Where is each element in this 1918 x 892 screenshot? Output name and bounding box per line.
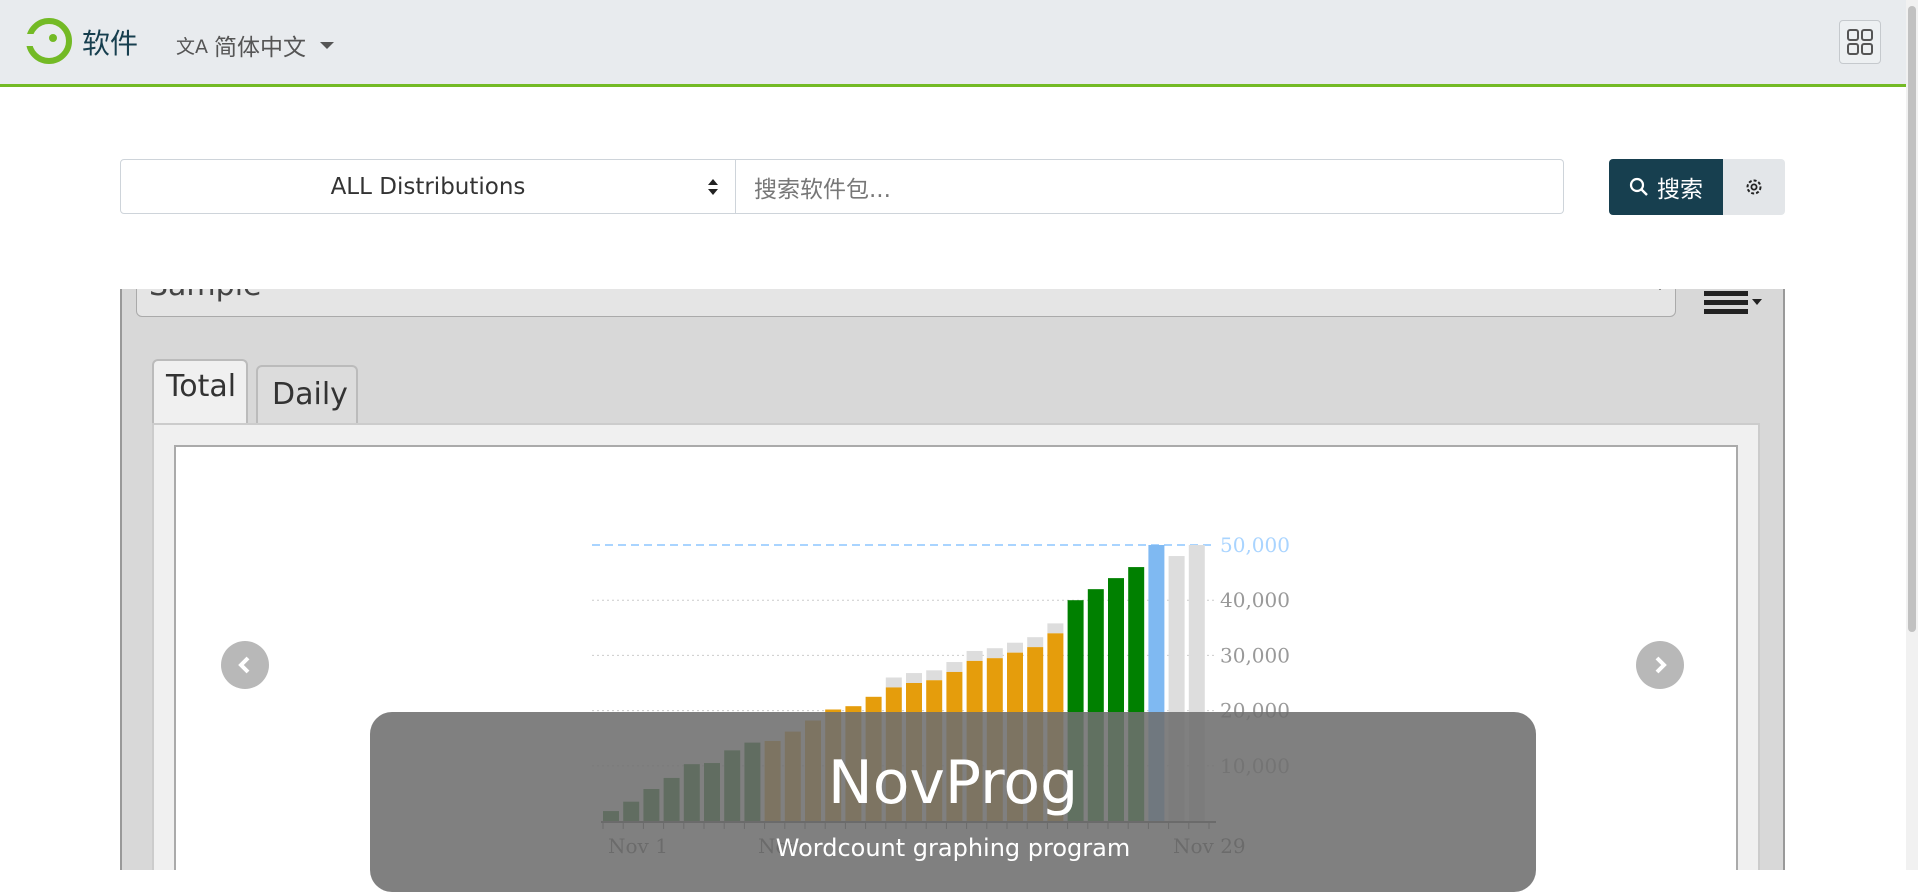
- translate-icon: 文A: [176, 35, 208, 58]
- chart-bar-ghost: [946, 662, 963, 672]
- opensuse-logo-icon[interactable]: [26, 18, 72, 64]
- caption-title: NovProg: [827, 748, 1079, 818]
- tab-total: Total: [152, 359, 248, 423]
- carousel-prev-button[interactable]: [221, 641, 269, 689]
- tab-daily: Daily: [256, 365, 358, 423]
- chevron-left-icon: [238, 656, 250, 674]
- screenshot-dropdown: Sample: [136, 289, 1676, 317]
- chevron-down-icon: [1653, 289, 1667, 290]
- y-tick-label: 50,000: [1220, 533, 1290, 557]
- language-selector[interactable]: 文A 简体中文: [176, 28, 334, 62]
- menu-icon: [1704, 291, 1762, 314]
- apps-menu-button[interactable]: [1839, 20, 1881, 64]
- chart-bar-ghost: [926, 670, 943, 681]
- carousel-caption: NovProg Wordcount graphing program: [370, 712, 1536, 892]
- chart-bar-ghost: [966, 650, 983, 661]
- distribution-select[interactable]: ALL Distributions: [120, 159, 736, 214]
- page-scrollbar[interactable]: [1906, 0, 1918, 870]
- y-tick-label: 40,000: [1220, 588, 1290, 612]
- top-navbar: 软件 文A 简体中文: [0, 0, 1906, 87]
- language-label: 简体中文: [214, 35, 306, 61]
- apps-grid-icon: [1847, 29, 1873, 55]
- chart-bar-ghost: [1027, 637, 1044, 648]
- chevron-down-icon: [320, 41, 334, 49]
- y-tick-label: 30,000: [1220, 643, 1290, 667]
- search-icon: [1629, 177, 1648, 196]
- select-arrows-icon: [708, 179, 718, 195]
- screenshot-dropdown-label: Sample: [149, 289, 262, 303]
- package-search-input[interactable]: 搜索软件包...: [736, 159, 1564, 214]
- chevron-right-icon: [1655, 656, 1667, 674]
- search-button-label: 搜索: [1657, 177, 1703, 203]
- carousel-next-button[interactable]: [1636, 641, 1684, 689]
- chart-bar-ghost: [986, 648, 1003, 659]
- gear-icon: [1746, 179, 1762, 195]
- caption-subtitle: Wordcount graphing program: [775, 834, 1131, 862]
- scrollbar-thumb[interactable]: [1908, 6, 1916, 632]
- search-button[interactable]: 搜索: [1609, 159, 1723, 215]
- chart-bar-ghost: [1047, 623, 1064, 634]
- chart-bar-ghost: [1007, 642, 1023, 653]
- brand-title[interactable]: 软件: [82, 22, 138, 62]
- chart-bar-ghost: [885, 677, 902, 688]
- chart-bar-ghost: [906, 673, 922, 683]
- search-placeholder: 搜索软件包...: [754, 176, 891, 203]
- search-settings-button[interactable]: [1723, 159, 1785, 215]
- distribution-select-value: ALL Distributions: [330, 173, 526, 200]
